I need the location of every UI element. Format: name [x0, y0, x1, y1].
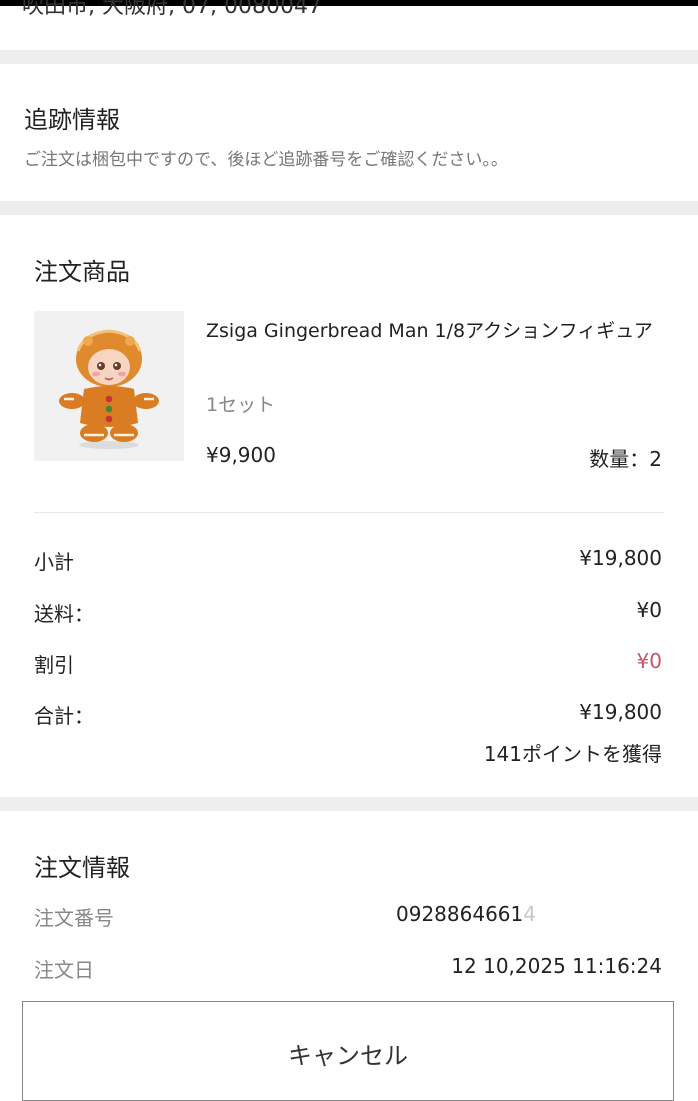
- product-name[interactable]: Zsiga Gingerbread Man 1/8アクションフィギュア: [206, 316, 666, 346]
- points-earned: 141ポイントを獲得: [483, 742, 662, 766]
- shipping-label: 送料：: [34, 602, 94, 626]
- section-separator: [0, 50, 698, 64]
- address-line-partial: 吹田市, 大阪府, 07, 0080047: [22, 0, 322, 19]
- tracking-title: 追跡情報: [24, 106, 120, 134]
- product-image[interactable]: [34, 311, 184, 461]
- order-date-label: 注文日: [34, 958, 94, 982]
- subtotal-label: 小計: [34, 550, 74, 574]
- discount-label: 割引: [34, 653, 74, 677]
- order-date-value: 12 10,2025 11:16:24: [451, 954, 662, 978]
- product-variant: 1セット: [206, 394, 276, 416]
- order-number-value: 09288646614: [396, 902, 536, 926]
- discount-value: ¥0: [636, 649, 662, 673]
- product-price: ¥9,900: [206, 443, 276, 467]
- cancel-button[interactable]: キャンセル: [22, 1001, 674, 1101]
- order-info-title: 注文情報: [34, 854, 130, 882]
- tracking-description: ご注文は梱包中ですので、後ほど追跡番号をご確認ください。。: [24, 150, 508, 170]
- order-number-digits: 0928864661: [396, 902, 524, 926]
- section-separator: [0, 201, 698, 215]
- shipping-value: ¥0: [636, 598, 662, 622]
- order-items-title: 注文商品: [34, 258, 130, 286]
- order-number-label: 注文番号: [34, 906, 114, 930]
- gingerbread-figure-icon: [59, 329, 159, 449]
- cancel-button-label: キャンセル: [288, 1042, 408, 1070]
- total-value: ¥19,800: [579, 700, 662, 724]
- subtotal-value: ¥19,800: [579, 546, 662, 570]
- items-divider: [34, 512, 664, 513]
- section-separator: [0, 797, 698, 811]
- product-quantity: 数量：2: [589, 447, 662, 471]
- order-number-faded-digit: 4: [523, 902, 536, 926]
- total-label: 合計：: [34, 704, 94, 728]
